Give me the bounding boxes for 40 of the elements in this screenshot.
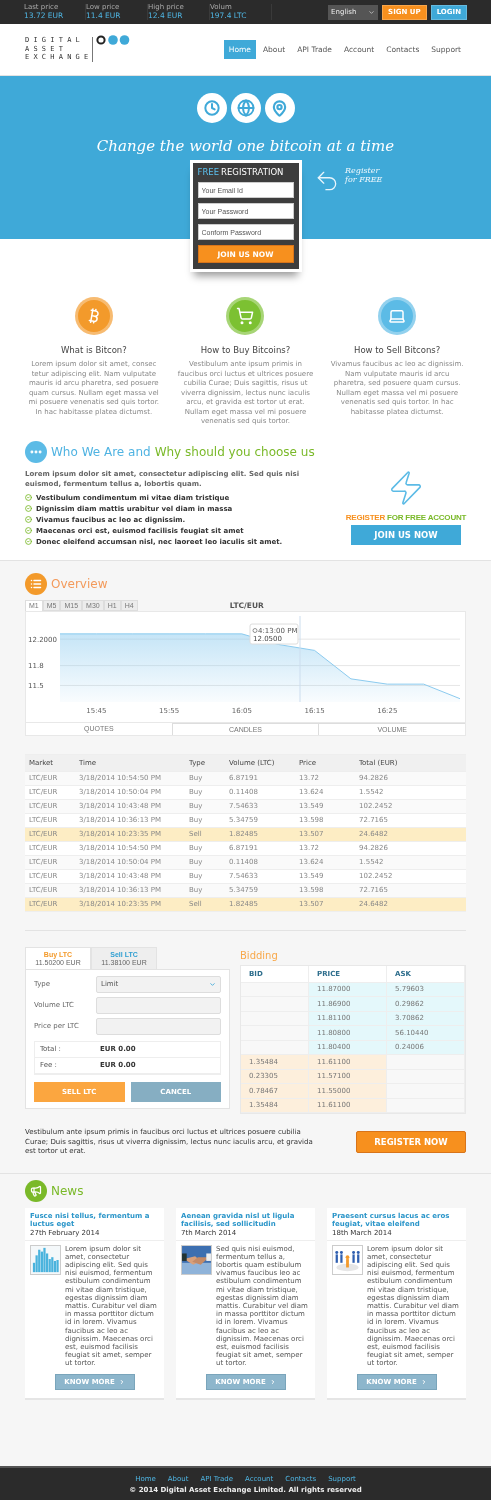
caret-icon xyxy=(269,1378,276,1385)
check-icon xyxy=(25,494,32,501)
cta-text: FOR FREE ACCOUNT xyxy=(387,512,467,522)
check-icon xyxy=(25,516,32,523)
section-title: Why should you choose us xyxy=(154,444,315,459)
caret-icon xyxy=(420,1378,427,1385)
globe-icon xyxy=(230,93,261,123)
caret-icon xyxy=(368,8,376,16)
caret-icon xyxy=(209,980,216,988)
feature-title: What is Bitcon? xyxy=(60,345,127,355)
slogan: Change the world one bitcoin at a time xyxy=(96,137,395,155)
caret-icon xyxy=(118,1378,125,1385)
input-field[interactable] xyxy=(96,1017,221,1035)
panel-title-accent: FREE xyxy=(197,167,220,177)
check-icon xyxy=(25,527,32,534)
section-title: News xyxy=(51,1183,84,1198)
panel-title: REGISTRATION xyxy=(221,167,284,177)
clock-icon xyxy=(252,627,258,633)
map-pin-icon xyxy=(264,93,295,123)
feature-title: How to Buy Bitcoins? xyxy=(200,345,291,355)
input-field[interactable] xyxy=(96,996,221,1014)
section-title: Who We Are and xyxy=(51,444,151,459)
list-icon xyxy=(25,572,47,595)
check-icon xyxy=(25,505,32,512)
cart-icon xyxy=(226,297,265,335)
bitcoin-icon xyxy=(74,297,113,335)
feature-title: How to Sell Bitcons? xyxy=(354,345,441,355)
tooltip-background xyxy=(249,623,299,644)
megaphone-icon xyxy=(25,1179,47,1202)
laptop-icon xyxy=(378,297,417,335)
join-button[interactable]: JOIN US NOW xyxy=(351,524,461,545)
cta-text: REGISTER xyxy=(345,512,386,522)
logo-mark xyxy=(96,34,131,45)
check-icon xyxy=(25,538,32,545)
dots-icon xyxy=(25,440,47,463)
register-note: Register xyxy=(345,166,381,175)
clock-icon xyxy=(196,93,227,123)
section-title: Overview xyxy=(51,576,108,591)
register-note: for FREE xyxy=(345,175,383,184)
section-title: Bidding xyxy=(240,949,279,961)
